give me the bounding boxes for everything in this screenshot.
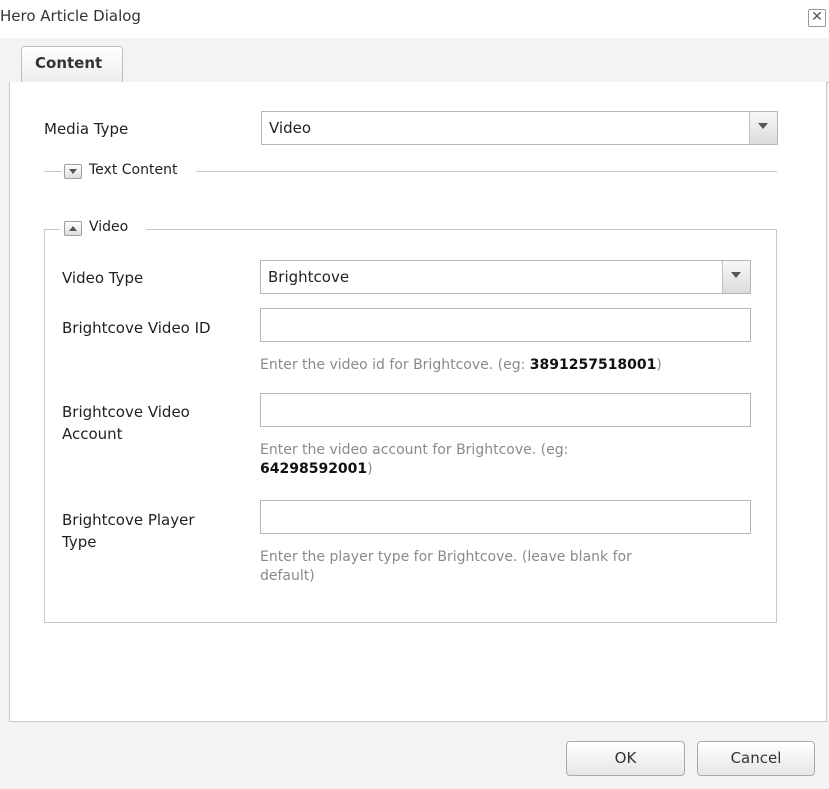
video-account-hint-suffix: ) [367,461,373,477]
video-legend: Video [87,219,131,235]
video-toggle[interactable] [64,221,82,236]
video-id-hint: Enter the video id for Brightcove. (eg: … [260,356,662,375]
video-account-hint-example: 64298592001 [260,461,368,477]
media-type-value: Video [269,119,312,137]
player-type-label-line1: Brightcove Player [62,511,195,529]
tab-label: Content [35,54,103,72]
dialog-titlebar: Hero Article Dialog ✕ [0,0,829,38]
video-account-label-line1: Brightcove Video [62,403,190,421]
video-fieldset-top-right [146,229,777,230]
hero-article-dialog: Hero Article Dialog ✕ Content Media Type… [0,0,829,789]
video-type-dropdown-button[interactable] [722,261,750,293]
video-account-hint-line2: 64298592001) [260,460,373,479]
video-id-label: Brightcove Video ID [62,319,211,337]
text-content-divider-left [44,171,62,172]
video-id-input[interactable] [260,308,751,342]
media-type-select[interactable]: Video [261,111,778,145]
video-id-hint-example: 3891257518001 [529,357,657,373]
video-account-label-line2: Account [62,425,123,443]
player-type-input[interactable] [260,500,751,534]
expand-arrow-down-icon [69,169,77,174]
chevron-down-icon [758,123,768,129]
video-account-hint-line1: Enter the video account for Brightcove. … [260,442,569,458]
player-type-hint-line1: Enter the player type for Brightcove. (l… [260,549,632,565]
video-fieldset-top-left [44,229,60,230]
video-id-hint-suffix: ) [656,357,662,373]
media-type-dropdown-button[interactable] [749,112,777,144]
player-type-label-line2: Type [62,533,97,551]
close-icon: ✕ [811,9,823,25]
collapse-arrow-up-icon [69,226,77,231]
tab-strip: Content [9,38,829,83]
video-type-value: Brightcove [268,268,350,286]
player-type-hint-line2: default) [260,568,315,584]
media-type-label: Media Type [44,120,129,138]
chevron-down-icon [731,272,741,278]
cancel-button[interactable]: Cancel [697,741,815,776]
tab-content[interactable]: Content [21,46,123,82]
dialog-title: Hero Article Dialog [0,7,141,25]
close-button[interactable]: ✕ [808,9,826,27]
video-type-label: Video Type [62,269,144,287]
text-content-divider-right [196,171,777,172]
video-type-select[interactable]: Brightcove [260,260,751,294]
text-content-legend: Text Content [87,162,180,178]
text-content-toggle[interactable] [64,164,82,179]
ok-button[interactable]: OK [566,741,685,776]
video-id-hint-prefix: Enter the video id for Brightcove. (eg: [260,357,530,373]
video-account-input[interactable] [260,393,751,427]
